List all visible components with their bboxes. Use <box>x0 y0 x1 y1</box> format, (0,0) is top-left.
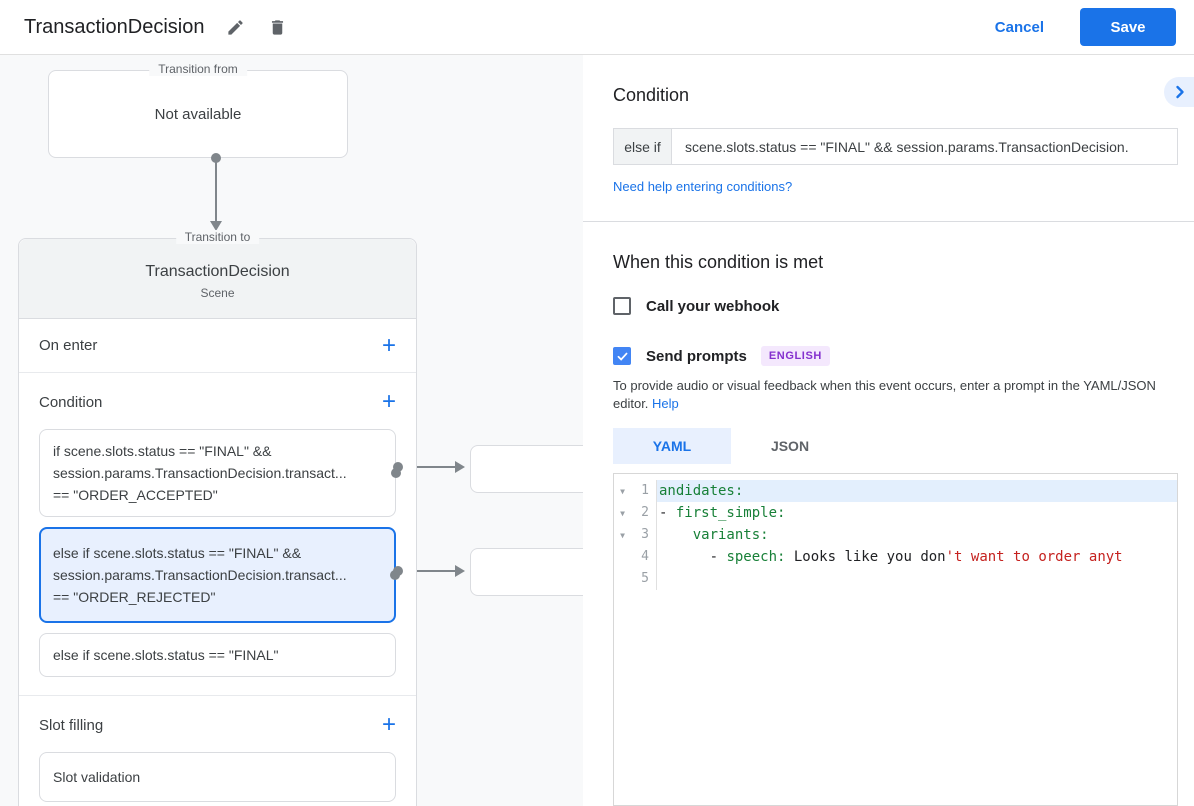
slot-filling-section: Slot filling + Slot validation <box>19 696 416 806</box>
code-segment-key: first_simple: <box>675 505 786 521</box>
line-number: 5 <box>631 568 657 590</box>
code-line: 5 <box>614 568 1177 590</box>
top-bar: TransactionDecision Cancel Save <box>0 0 1194 55</box>
code-line: ▼ 2- first_simple: <box>614 502 1177 524</box>
call-webhook-label: Call your webhook <box>646 297 780 315</box>
transition-from-box: Transition from Not available <box>48 62 348 158</box>
code-line: ▼ 3 variants: <box>614 524 1177 546</box>
on-enter-label: On enter <box>39 337 98 354</box>
delete-icon[interactable] <box>268 17 288 37</box>
send-prompts-checkbox[interactable] <box>613 347 631 365</box>
on-enter-row: On enter + <box>19 319 416 373</box>
slot-cards: Slot validation <box>39 752 396 802</box>
condition-input-row: else if <box>613 128 1178 165</box>
condition-card-selected[interactable]: else if scene.slots.status == "FINAL" &&… <box>39 527 400 623</box>
condition-card-text: else if scene.slots.status == "FINAL" <box>53 647 279 663</box>
line-number: 2 <box>631 502 657 524</box>
condition-card[interactable]: else if scene.slots.status == "FINAL" <box>39 633 396 677</box>
connector-dot <box>211 153 221 163</box>
transition-to-legend: Transition to <box>175 230 260 244</box>
save-button[interactable]: Save <box>1080 8 1176 46</box>
code-segment-plain: Looks like you don <box>785 549 946 565</box>
send-prompts-label: Send prompts <box>646 347 747 365</box>
fold-arrow-icon[interactable]: ▼ <box>614 502 631 524</box>
code-text[interactable]: variants: <box>657 524 1177 546</box>
chevron-right-icon <box>1176 85 1184 99</box>
help-link[interactable]: Help <box>652 396 679 411</box>
canvas: Transition from Not available Transition… <box>0 55 1194 806</box>
code-segment-plain: - <box>659 505 676 521</box>
connector-line <box>215 158 217 222</box>
transition-from-text: Not available <box>154 105 242 123</box>
condition-expression-input[interactable] <box>671 128 1178 165</box>
cancel-button[interactable]: Cancel <box>995 19 1044 36</box>
app-window: TransactionDecision Cancel Save Transiti… <box>0 0 1194 806</box>
line-number: 1 <box>631 480 657 502</box>
fold-arrow-icon[interactable]: ▼ <box>614 480 631 502</box>
send-prompts-row: Send prompts ENGLISH <box>613 346 830 366</box>
code-text[interactable]: andidates: <box>657 480 1177 502</box>
code-line: 4 - speech: Looks like you don't want to… <box>614 546 1177 568</box>
when-met-heading: When this condition is met <box>613 252 824 272</box>
condition-section-head: Condition + <box>39 389 396 415</box>
code-segment-string: 't want to order anyt <box>945 549 1123 565</box>
condition-detail-panel: Condition else if Need help entering con… <box>583 55 1194 806</box>
code-segment-key: variants: <box>692 527 769 543</box>
edit-icon[interactable] <box>226 17 246 37</box>
checkmark-icon <box>617 352 627 361</box>
code-segment-plain <box>659 527 693 543</box>
arrow-right-icon <box>455 565 465 577</box>
prompt-hint-text: To provide audio or visual feedback when… <box>613 378 1156 411</box>
prompt-hint: To provide audio or visual feedback when… <box>613 377 1189 413</box>
editor-tabs: YAML JSON <box>613 428 849 464</box>
fold-arrow-icon[interactable]: ▼ <box>614 524 631 546</box>
code-segment-key: andidates: <box>659 483 744 499</box>
scene-header[interactable]: Transition to TransactionDecision Scene <box>19 230 416 319</box>
language-badge: ENGLISH <box>760 346 830 366</box>
conditions-help-link[interactable]: Need help entering conditions? <box>613 179 792 194</box>
line-number: 3 <box>631 524 657 546</box>
slot-card[interactable]: Slot validation <box>39 752 396 802</box>
code-segment-key: speech: <box>726 549 786 565</box>
code-segment-plain: - <box>659 549 727 565</box>
condition-card-text: if scene.slots.status == "FINAL" && sess… <box>53 443 347 503</box>
code-text[interactable] <box>657 568 1177 590</box>
webhook-row: Call your webhook <box>613 297 779 315</box>
code-text[interactable]: - speech: Looks like you don't want to o… <box>657 546 1177 568</box>
call-webhook-checkbox[interactable] <box>613 297 631 315</box>
scene-title: TransactionDecision <box>145 263 290 280</box>
condition-card[interactable]: if scene.slots.status == "FINAL" && sess… <box>39 429 401 517</box>
connector-dot <box>393 462 403 472</box>
tab-yaml[interactable]: YAML <box>613 428 731 464</box>
condition-heading: Condition <box>613 85 690 105</box>
slot-filling-section-head: Slot filling + <box>39 712 396 738</box>
yaml-editor[interactable]: ▼ 1 andidates: ▼ 2- first_simple: ▼ 3 variants… <box>613 473 1178 806</box>
code-line: ▼ 1 andidates: <box>614 480 1177 502</box>
condition-label: Condition <box>39 393 103 411</box>
condition-cards: if scene.slots.status == "FINAL" && sess… <box>39 429 401 677</box>
condition-operator-label: else if <box>613 128 672 165</box>
add-slot-button[interactable]: + <box>382 713 396 737</box>
connector-dot <box>393 566 403 576</box>
panel-divider <box>583 221 1194 222</box>
collapse-panel-button[interactable] <box>1164 77 1194 107</box>
arrow-right-icon <box>455 461 465 473</box>
transition-target-node[interactable] <box>470 445 600 493</box>
add-on-enter-button[interactable]: + <box>382 333 396 358</box>
line-number: 4 <box>631 546 657 568</box>
transition-target-node[interactable] <box>470 548 600 596</box>
code-text[interactable]: - first_simple: <box>657 502 1177 524</box>
add-condition-button[interactable]: + <box>382 390 396 414</box>
slot-filling-label: Slot filling <box>39 716 104 734</box>
tab-json[interactable]: JSON <box>731 428 849 464</box>
scene-subtitle: Scene <box>200 286 235 300</box>
condition-card-text: else if scene.slots.status == "FINAL" &&… <box>53 545 347 605</box>
condition-section: Condition + if scene.slots.status == "FI… <box>19 373 416 696</box>
page-title: TransactionDecision <box>24 15 205 38</box>
scene-panel: Transition to TransactionDecision Scene … <box>18 230 417 806</box>
